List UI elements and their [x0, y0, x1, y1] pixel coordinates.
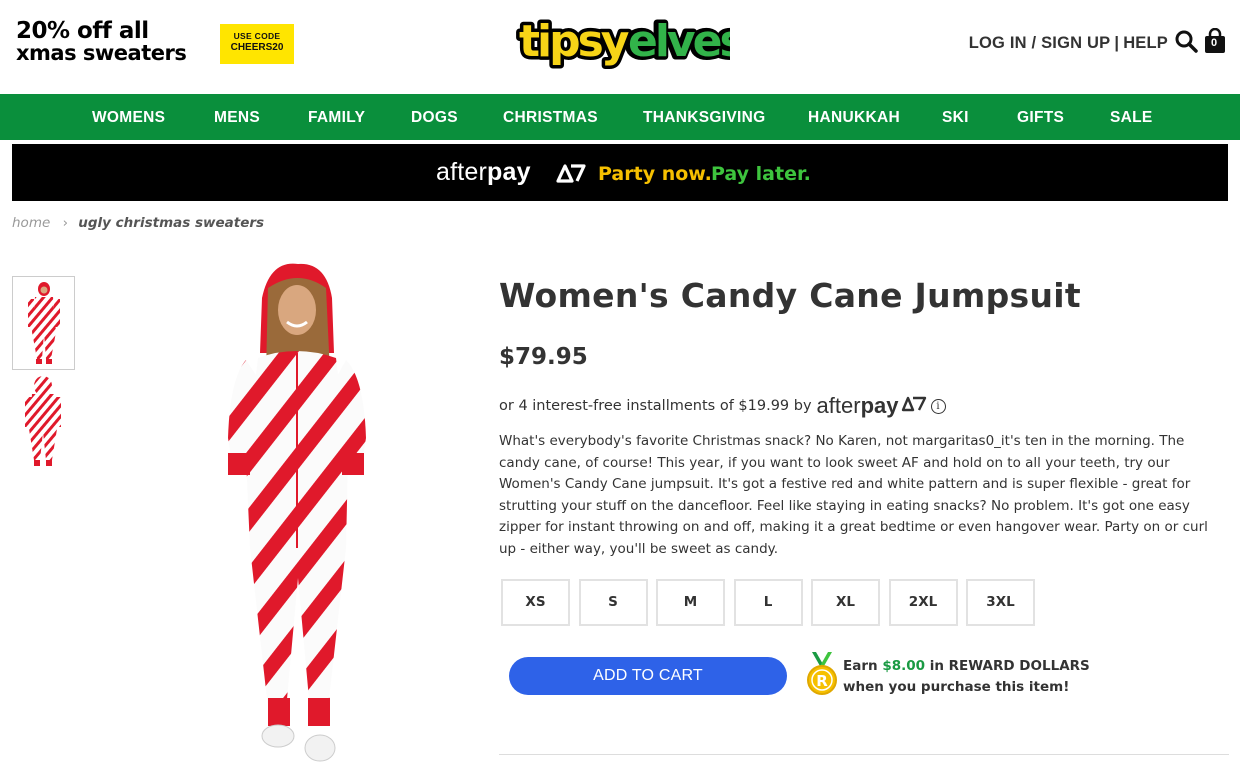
size-option-l[interactable]: L — [733, 579, 803, 626]
nav-dogs[interactable]: DOGS — [411, 109, 458, 127]
account-separator: | — [1114, 34, 1120, 52]
afterpay-inline-bold: pay — [860, 393, 899, 418]
promo-banner[interactable]: 20% off all xmas sweaters USE CODE CHEER… — [16, 18, 294, 65]
breadcrumb-current[interactable]: ugly christmas sweaters — [78, 215, 264, 231]
promo-code-badge: USE CODE CHEERS20 — [220, 24, 294, 64]
installments-text: or 4 interest-free installments of $19.9… — [499, 398, 812, 414]
size-option-s[interactable]: S — [578, 579, 648, 626]
add-to-cart-button[interactable]: ADD TO CART — [509, 657, 787, 695]
nav-sale[interactable]: SALE — [1110, 109, 1153, 127]
nav-hanukkah[interactable]: HANUKKAH — [808, 109, 900, 127]
help-link[interactable]: HELP — [1123, 34, 1168, 53]
logo-fill-yellow: tipsy — [519, 16, 629, 67]
medal-icon: R — [806, 652, 838, 703]
afterpay-tagline-part1: Party now. — [598, 163, 712, 185]
site-logo[interactable]: tipsyelves tipsy elves — [515, 10, 750, 76]
promo-code: CHEERS20 — [230, 42, 284, 53]
logo-fill-green: elves — [628, 16, 730, 67]
breadcrumb: home › ugly christmas sweaters — [12, 215, 264, 231]
divider — [499, 754, 1229, 755]
promo-subheadline: xmas sweaters — [16, 41, 187, 65]
product-thumbnail-back[interactable] — [12, 374, 75, 468]
afterpay-inline-regular: after — [816, 393, 861, 418]
reward-text: Earn $8.00 in REWARD DOLLARS when you pu… — [843, 656, 1103, 698]
afterpay-wordmark-bold: pay — [487, 158, 531, 186]
promo-headline: 20% off all — [16, 18, 149, 44]
nav-gifts[interactable]: GIFTS — [1017, 109, 1064, 127]
afterpay-logo-icon — [901, 396, 927, 416]
afterpay-inline-logo: afterpay — [817, 393, 899, 419]
size-option-3xl[interactable]: 3XL — [966, 579, 1035, 626]
nav-ski[interactable]: SKI — [942, 109, 969, 127]
nav-christmas[interactable]: CHRISTMAS — [503, 109, 598, 127]
afterpay-wordmark: afterpay — [436, 158, 531, 187]
size-option-xs[interactable]: XS — [501, 579, 570, 626]
nav-family[interactable]: FAMILY — [308, 109, 365, 127]
chevron-right-icon: › — [62, 215, 68, 231]
cart-count: 0 — [1211, 37, 1218, 49]
promo-code-label: USE CODE — [233, 31, 281, 41]
size-option-m[interactable]: M — [656, 579, 725, 626]
nav-womens[interactable]: WOMENS — [92, 109, 165, 127]
afterpay-wordmark-regular: after — [436, 158, 488, 186]
account-area: LOG IN / SIGN UP | HELP 0 — [969, 27, 1226, 59]
main-nav: WOMENS MENS FAMILY DOGS CHRISTMAS THANKS… — [0, 94, 1240, 140]
size-selector: XS S M L XL 2XL 3XL — [501, 579, 1044, 626]
product-main-image[interactable] — [170, 258, 440, 778]
info-icon[interactable]: i — [930, 398, 946, 414]
product-thumbnail-front[interactable] — [12, 276, 75, 370]
afterpay-logo-icon — [556, 163, 586, 188]
login-signup-link[interactable]: LOG IN / SIGN UP — [969, 34, 1111, 53]
product-description: What's everybody's favorite Christmas sn… — [499, 433, 1208, 557]
nav-mens[interactable]: MENS — [214, 109, 260, 127]
search-icon[interactable] — [1174, 29, 1198, 58]
shopping-bag-icon[interactable]: 0 — [1204, 27, 1226, 59]
size-option-xl[interactable]: XL — [811, 579, 880, 626]
afterpay-banner[interactable]: afterpay Party now. Pay later. — [12, 144, 1228, 201]
size-option-2xl[interactable]: 2XL — [888, 579, 958, 626]
reward-amount: $8.00 — [882, 658, 926, 674]
reward-line2: when you purchase this item! — [843, 679, 1070, 695]
breadcrumb-home[interactable]: home — [12, 215, 50, 231]
reward-suffix: in REWARD DOLLARS — [929, 658, 1090, 674]
nav-thanksgiving[interactable]: THANKSGIVING — [643, 109, 765, 127]
afterpay-installments: or 4 interest-free installments of $19.9… — [499, 393, 946, 419]
site-header: 20% off all xmas sweaters USE CODE CHEER… — [0, 0, 1240, 94]
product-title: Women's Candy Cane Jumpsuit — [499, 276, 1081, 315]
medal-letter: R — [816, 672, 828, 690]
afterpay-tagline-part2: Pay later. — [711, 163, 811, 185]
reward-prefix: Earn — [843, 658, 878, 674]
product-price: $79.95 — [499, 344, 588, 370]
